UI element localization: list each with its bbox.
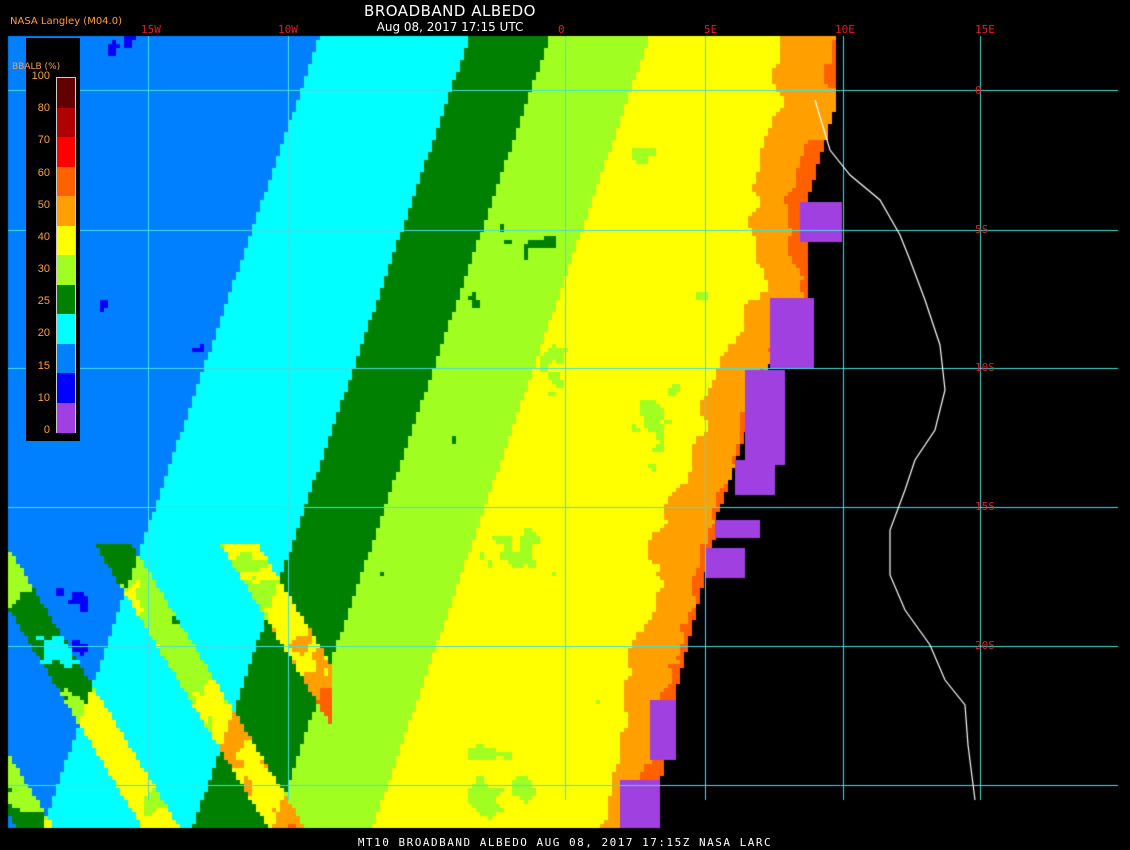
org-label: NASA Langley (M04.0) — [10, 16, 122, 27]
map-title: BROADBAND ALBEDO — [364, 2, 536, 20]
legend-color-bar — [56, 77, 76, 433]
legend-swatch — [57, 166, 75, 197]
legend-swatch — [57, 284, 75, 315]
albedo-map — [0, 0, 1130, 850]
legend-tick-label: 30 — [37, 263, 50, 276]
lon-label-0: 0 — [558, 23, 565, 36]
lon-label-15e: 15E — [975, 23, 995, 36]
lat-label-10s: 10S — [975, 361, 995, 374]
legend-tick-label: 25 — [37, 295, 50, 308]
lon-label-5e: 5E — [704, 23, 718, 36]
map-timestamp: Aug 08, 2017 17:15 UTC — [376, 20, 524, 34]
legend-swatch — [57, 343, 75, 374]
legend-tick-label: 40 — [37, 230, 50, 243]
legend-swatch — [57, 255, 75, 285]
legend-tick-label: 70 — [37, 134, 50, 147]
legend-swatch — [57, 78, 75, 108]
lat-label-5s: 5S — [975, 223, 989, 236]
legend-tick-label: 20 — [37, 327, 50, 340]
lon-label-10e: 10E — [835, 23, 855, 36]
legend-tick-label: 80 — [37, 102, 50, 115]
footer-caption: MT10 BROADBAND ALBEDO AUG 08, 2017 17:15… — [357, 836, 773, 849]
legend-swatch — [57, 107, 75, 138]
lon-label-10w: 10W — [278, 23, 298, 36]
legend-swatch — [57, 402, 75, 433]
legend-swatch — [57, 137, 75, 167]
lat-label-0: 0 — [975, 84, 982, 97]
lat-label-20s: 20S — [975, 639, 995, 652]
lon-label-15w: 15W — [141, 23, 161, 36]
legend-tick-label: 50 — [37, 198, 50, 211]
legend-tick-label: 0 — [43, 424, 50, 436]
legend-swatch — [57, 225, 75, 256]
legend-tick-label: 60 — [37, 166, 50, 179]
lat-label-15s: 15S — [975, 500, 995, 513]
legend-swatch — [57, 196, 75, 226]
legend-swatch — [57, 373, 75, 403]
legend-tick-label: 15 — [37, 359, 50, 372]
legend-swatch — [57, 314, 75, 344]
legend-tick-label: 100 — [31, 70, 50, 82]
legend-tick-label: 10 — [37, 391, 50, 404]
